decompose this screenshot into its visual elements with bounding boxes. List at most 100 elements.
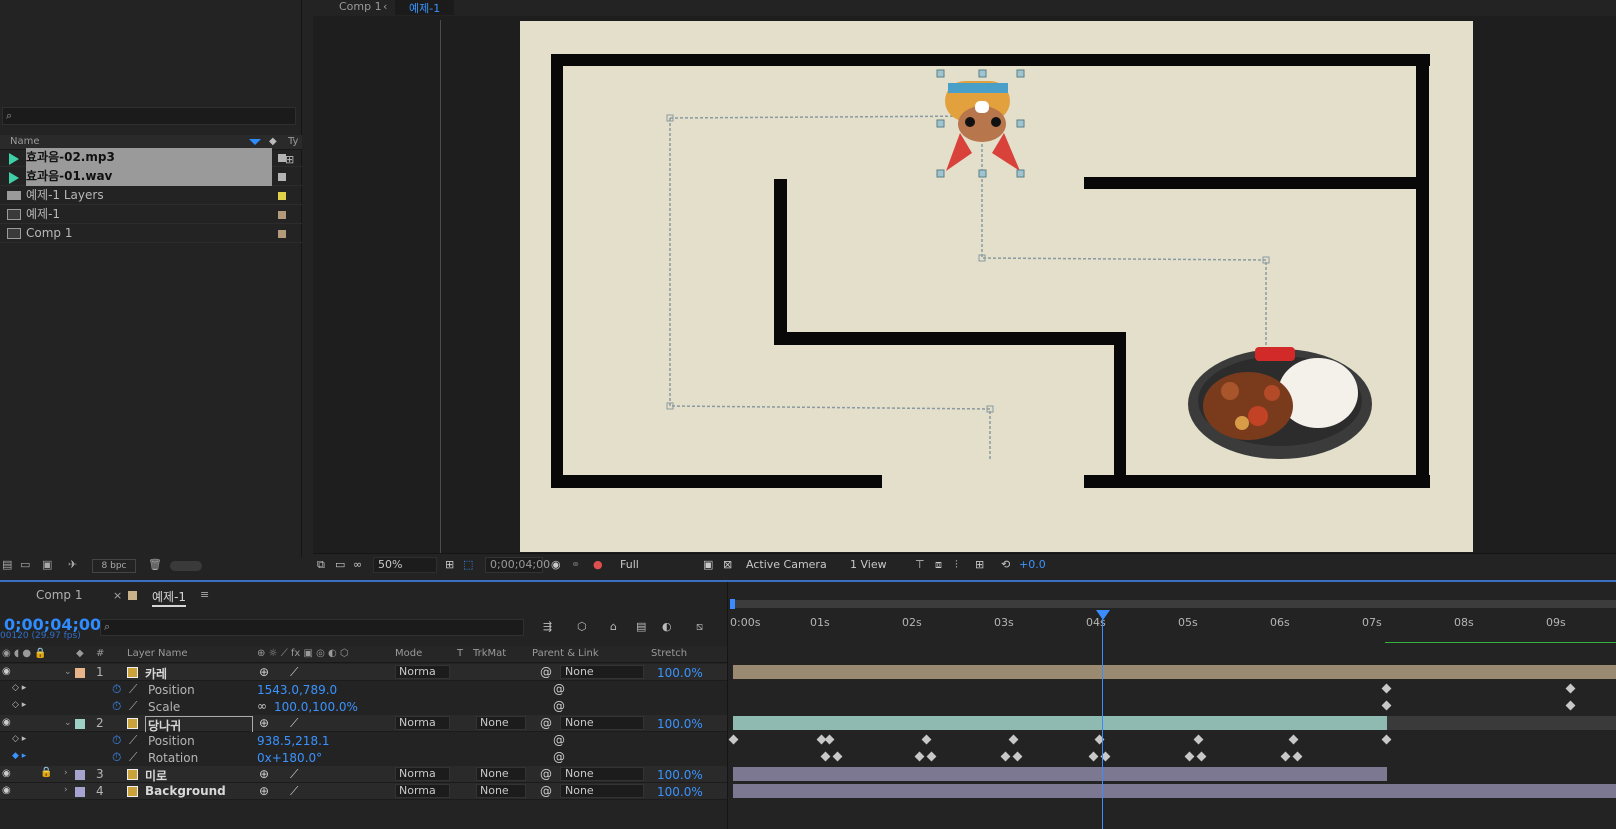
layer-label-swatch[interactable] xyxy=(75,787,85,797)
camera-snapshot-icon[interactable]: ◉ xyxy=(551,558,561,571)
timeline-icon[interactable]: ⫶ xyxy=(955,558,958,572)
stretch-value[interactable]: 100.0% xyxy=(657,666,703,680)
trkmat-dropdown[interactable]: None xyxy=(476,767,526,781)
trkmat-dropdown[interactable]: None xyxy=(476,784,526,798)
keyframe-nav-icon[interactable]: ◇ ▸ xyxy=(12,683,26,693)
sort-arrow-icon[interactable] xyxy=(249,139,261,145)
property-value[interactable]: 0x+180.0° xyxy=(257,751,322,765)
stopwatch-icon[interactable]: ⏱ xyxy=(112,699,121,714)
link-icon[interactable]: ∞ xyxy=(257,699,267,713)
property-value[interactable]: 1543.0,789.0 xyxy=(257,683,337,697)
project-item[interactable]: 예제-1 xyxy=(0,205,302,224)
new-folder-icon[interactable]: ▭ xyxy=(20,558,30,571)
comp-flowchart-icon[interactable]: ⇶ xyxy=(543,620,552,633)
property-value[interactable]: 938.5,218.1 xyxy=(257,734,330,748)
layer-name[interactable]: 미로 xyxy=(145,767,167,784)
eye-icon[interactable]: ◉ xyxy=(2,785,11,796)
camera-dropdown[interactable]: Active Camera xyxy=(741,557,837,573)
label-color-swatch[interactable] xyxy=(278,211,286,219)
project-item[interactable]: 효과음-02.mp3 ⊞ xyxy=(0,148,302,167)
zoom-dropdown[interactable]: 50% xyxy=(373,557,437,573)
timeline-search-input[interactable]: ⌕ xyxy=(100,619,524,636)
label-tag-icon[interactable]: ◆ xyxy=(269,136,277,147)
stretch-value[interactable]: 100.0% xyxy=(657,768,703,782)
label-color-swatch[interactable] xyxy=(278,173,286,181)
resolution-dropdown[interactable]: Full xyxy=(615,557,693,573)
quality-switch-icon[interactable]: ⟋ xyxy=(290,767,298,782)
project-search-input[interactable]: ⌕ xyxy=(2,107,296,125)
property-row[interactable]: ◇ ▸ ⏱ ⟋ Position 938.5,218.1 @ xyxy=(0,732,727,749)
chevron-right-icon[interactable]: › xyxy=(64,785,68,795)
shy-switch-icon[interactable]: ⊕ xyxy=(259,767,269,781)
title-safe-icon[interactable]: ⊞ xyxy=(445,558,454,571)
layer-row[interactable]: ◉ ⌄ 2 당나귀 ⊕ ⟋ Norma None @ None 100.0% xyxy=(0,715,727,735)
blend-mode-dropdown[interactable]: Norma xyxy=(395,665,450,679)
layer-duration-bar[interactable] xyxy=(733,784,1616,798)
trkmat-dropdown[interactable]: None xyxy=(476,716,526,730)
reset-exposure-icon[interactable]: ⟲ xyxy=(1001,558,1010,571)
stretch-value[interactable]: 100.0% xyxy=(657,717,703,731)
layer-name[interactable]: Background xyxy=(145,784,226,798)
frame-blending-icon[interactable]: ▤ xyxy=(636,620,646,633)
stopwatch-icon[interactable]: ⏱ xyxy=(112,682,121,697)
stopwatch-icon[interactable]: ⏱ xyxy=(112,733,121,748)
layer-label-swatch[interactable] xyxy=(75,668,85,678)
eye-icon[interactable]: ◉ xyxy=(2,768,11,779)
breadcrumb-current[interactable]: 예제-1 xyxy=(395,0,455,15)
new-composition-icon[interactable]: ▣ xyxy=(42,558,52,571)
show-snapshot-icon[interactable]: ⚭ xyxy=(571,558,580,571)
parent-dropdown[interactable]: None xyxy=(560,716,644,730)
label-color-swatch[interactable] xyxy=(278,192,286,200)
stretch-column-label[interactable]: Stretch xyxy=(651,648,687,659)
composition-canvas[interactable] xyxy=(520,21,1473,552)
property-row[interactable]: ◆ ▸ ⏱ ⟋ Rotation 0x+180.0° @ xyxy=(0,749,727,766)
toggle-pixel-icon[interactable]: ⊤ xyxy=(915,558,925,571)
channel-icon[interactable]: ● xyxy=(593,558,603,571)
eye-icon[interactable]: ◉ xyxy=(2,666,11,677)
chevron-down-icon[interactable]: ⌄ xyxy=(64,667,72,677)
region-interest-icon[interactable]: ▣ xyxy=(703,558,713,571)
shy-switch-icon[interactable]: ⊕ xyxy=(259,716,269,730)
quality-switch-icon[interactable]: ⟋ xyxy=(290,665,298,680)
tab-current[interactable]: 예제-1 xyxy=(152,588,187,607)
lock-icon[interactable]: 🔒 xyxy=(40,767,52,778)
monitor-icon[interactable]: ▭ xyxy=(335,558,345,571)
thumbnail-slider[interactable] xyxy=(170,561,202,571)
layer-duration-bar[interactable] xyxy=(733,665,1616,679)
time-navigator[interactable] xyxy=(730,600,1616,608)
tab-comp1[interactable]: Comp 1 xyxy=(36,588,82,602)
t-column-label[interactable]: T xyxy=(457,648,463,659)
keyframe-nav-icon[interactable]: ◇ ▸ xyxy=(12,700,26,710)
type-column-label[interactable]: Ty xyxy=(288,136,298,147)
layer-duration-bar[interactable] xyxy=(733,716,1387,730)
layer-label-swatch[interactable] xyxy=(75,770,85,780)
quality-switch-icon[interactable]: ⟋ xyxy=(290,716,298,731)
trkmat-column-label[interactable]: TrkMat xyxy=(473,648,506,659)
flowchart-icon[interactable]: ⊞ xyxy=(975,558,984,571)
pickwhip-icon[interactable]: @ xyxy=(540,767,552,781)
mode-column-label[interactable]: Mode xyxy=(395,648,422,659)
label-color-swatch[interactable] xyxy=(278,230,286,238)
pickwhip-icon[interactable]: @ xyxy=(540,784,552,798)
blend-mode-dropdown[interactable]: Norma xyxy=(395,767,450,781)
chevron-right-icon[interactable]: › xyxy=(64,768,68,778)
pickwhip-icon[interactable]: @ xyxy=(553,699,565,713)
pickwhip-icon[interactable]: @ xyxy=(553,750,565,764)
mask-path-icon[interactable]: ⬚ xyxy=(463,558,473,571)
chevron-left-icon[interactable]: ‹ xyxy=(383,0,387,13)
keyframe-nav-icon[interactable]: ◆ ▸ xyxy=(12,751,26,761)
render-icon[interactable]: ✈ xyxy=(68,558,77,571)
shy-layers-icon[interactable]: ⌂ xyxy=(610,620,617,633)
time-navigator-start-handle[interactable] xyxy=(730,599,735,609)
quality-switch-icon[interactable]: ⟋ xyxy=(290,784,298,799)
parent-dropdown[interactable]: None xyxy=(560,767,644,781)
current-time-indicator-head[interactable] xyxy=(1096,610,1110,620)
layer-row[interactable]: ◉ 🔒 › 3 미로 ⊕ ⟋ Norma None @ None 100.0% xyxy=(0,766,727,783)
blend-mode-dropdown[interactable]: Norma xyxy=(395,784,450,798)
interpret-footage-icon[interactable]: ▤ xyxy=(2,558,12,571)
layer-name[interactable]: 카레 xyxy=(145,665,167,682)
time-ruler[interactable]: 0:00s 01s 02s 03s 04s 05s 06s 07s 08s 09… xyxy=(730,609,1616,642)
blend-mode-dropdown[interactable]: Norma xyxy=(395,716,450,730)
layer-row[interactable]: ◉ ⌄ 1 카레 ⊕ ⟋ Norma @ None 100.0% xyxy=(0,664,727,681)
layer-label-swatch[interactable] xyxy=(75,719,85,729)
